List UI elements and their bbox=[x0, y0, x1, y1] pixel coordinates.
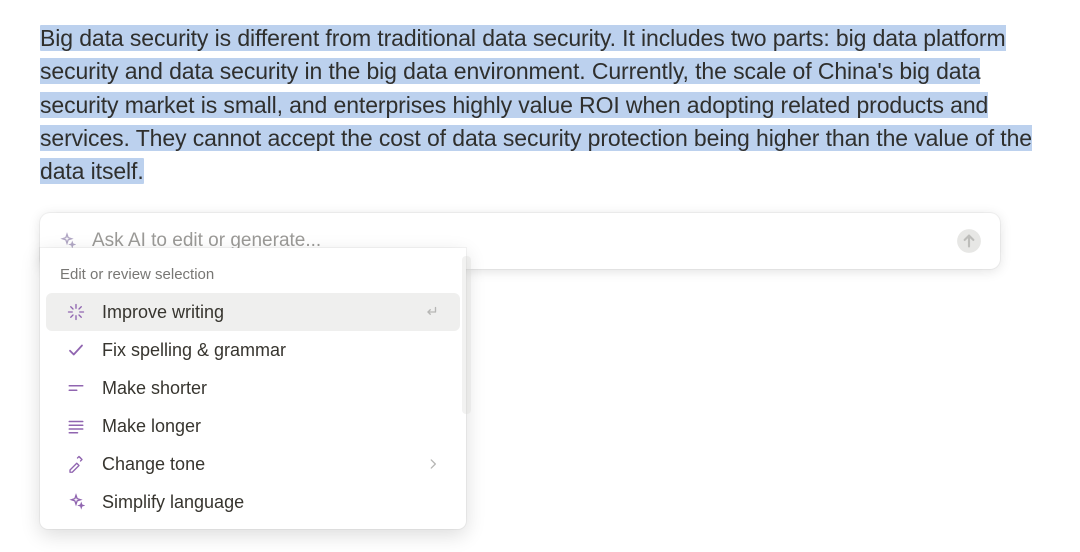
submit-arrow-icon[interactable] bbox=[956, 228, 982, 254]
dropdown-items: Improve writing Fix spelling & grammar M… bbox=[40, 293, 466, 521]
lines-short-icon bbox=[66, 378, 86, 398]
enter-key-icon bbox=[422, 303, 440, 321]
dropdown-section-title: Edit or review selection bbox=[40, 260, 466, 293]
dropdown-scrollbar[interactable] bbox=[462, 256, 471, 414]
menu-item-make-shorter[interactable]: Make shorter bbox=[46, 369, 460, 407]
check-icon bbox=[66, 340, 86, 360]
menu-item-label: Improve writing bbox=[102, 302, 406, 323]
selected-paragraph[interactable]: Big data security is different from trad… bbox=[40, 22, 1040, 189]
menu-item-improve-writing[interactable]: Improve writing bbox=[46, 293, 460, 331]
mic-pen-icon bbox=[66, 454, 86, 474]
menu-item-change-tone[interactable]: Change tone bbox=[46, 445, 460, 483]
selected-text-span: Big data security is different from trad… bbox=[40, 25, 1032, 184]
menu-item-make-longer[interactable]: Make longer bbox=[46, 407, 460, 445]
menu-item-fix-spelling[interactable]: Fix spelling & grammar bbox=[46, 331, 460, 369]
sparkle-burst-icon bbox=[66, 302, 86, 322]
chevron-right-icon bbox=[426, 457, 440, 471]
menu-item-label: Simplify language bbox=[102, 492, 440, 513]
menu-item-label: Make longer bbox=[102, 416, 440, 437]
menu-item-simplify[interactable]: Simplify language bbox=[46, 483, 460, 521]
menu-item-label: Change tone bbox=[102, 454, 410, 475]
menu-item-label: Fix spelling & grammar bbox=[102, 340, 440, 361]
menu-item-label: Make shorter bbox=[102, 378, 440, 399]
sparkle-icon bbox=[66, 492, 86, 512]
lines-long-icon bbox=[66, 416, 86, 436]
ai-actions-dropdown: Edit or review selection Improve writing… bbox=[40, 248, 466, 529]
